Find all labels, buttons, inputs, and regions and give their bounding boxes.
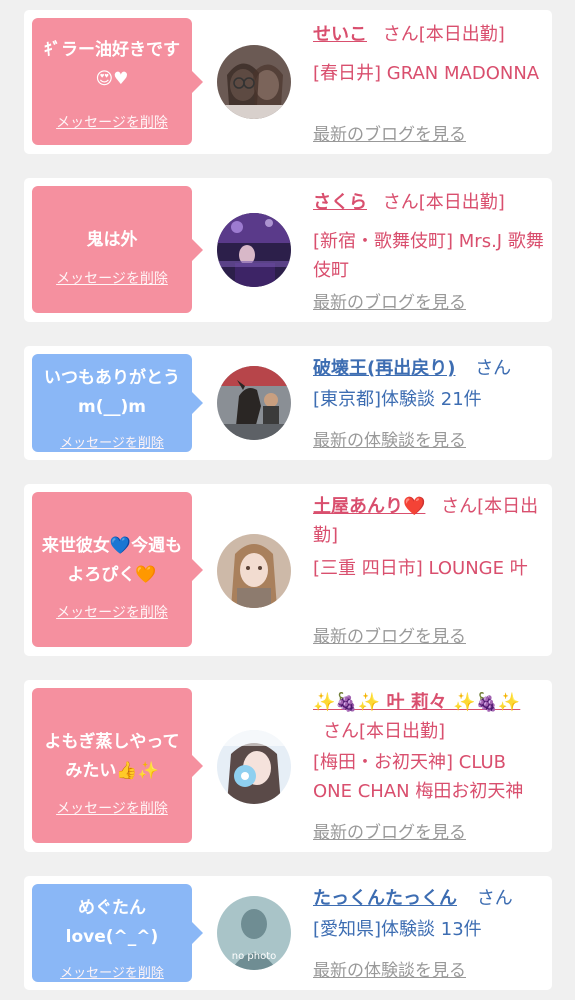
status-text: さん xyxy=(475,358,512,379)
latest-review-link[interactable]: 最新の体験談を見る xyxy=(313,956,466,981)
message-card: ｷﾞラー油好きです😍♥ メッセージを削除 せいこ さん[本日出勤] [春日井] … xyxy=(24,10,552,154)
status-text: さん[本日出勤] xyxy=(323,721,446,742)
latest-blog-link[interactable]: 最新のブログを見る xyxy=(313,622,466,647)
message-bubble: よもぎ蒸しやってみたい👍✨ メッセージを削除 xyxy=(32,688,203,843)
avatar[interactable]: no photo xyxy=(217,896,291,970)
user-name-link[interactable]: 土屋あんり❤️ xyxy=(313,496,425,517)
message-bubble: 鬼は外 メッセージを削除 xyxy=(32,186,203,313)
avatar[interactable] xyxy=(217,534,291,608)
user-info: 土屋あんり❤️ さん[本日出勤] [三重 四日市] LOUNGE 叶 xyxy=(313,492,549,583)
delete-message-link[interactable]: メッセージを削除 xyxy=(32,432,192,451)
shop-text: [春日井] GRAN MADONNA xyxy=(313,63,540,84)
message-bubble: いつもありがとう m(__)m メッセージを削除 xyxy=(32,354,203,452)
user-name-link[interactable]: たっくんたっくん xyxy=(313,888,457,909)
user-name-link[interactable]: さくら xyxy=(313,192,367,213)
user-info: ✨🍇✨ 叶 莉々 ✨🍇✨ さん[本日出勤] [梅田・お初天神] CLUB ONE… xyxy=(313,688,549,806)
user-info: たっくんたっくん さん [愛知県]体験談 13件 xyxy=(313,884,549,944)
latest-blog-link[interactable]: 最新のブログを見る xyxy=(313,288,466,313)
shop-text: [三重 四日市] LOUNGE 叶 xyxy=(313,558,528,579)
delete-message-link[interactable]: メッセージを削除 xyxy=(32,602,192,622)
shop-text: [新宿・歌舞伎町] Mrs.J 歌舞伎町 xyxy=(313,231,544,281)
user-info: せいこ さん[本日出勤] [春日井] GRAN MADONNA xyxy=(313,20,549,88)
message-text: ｷﾞラー油好きです😍♥ xyxy=(44,40,180,89)
message-card: いつもありがとう m(__)m メッセージを削除 破壊王(再出戻り) さん [東… xyxy=(24,346,552,460)
user-name-link[interactable]: せいこ xyxy=(313,24,367,45)
latest-review-link[interactable]: 最新の体験談を見る xyxy=(313,426,466,451)
message-card: 鬼は外 メッセージを削除 さくら さん[本日出勤] [新宿・歌舞伎町] Mrs.… xyxy=(24,178,552,322)
shop-text: [梅田・お初天神] CLUB ONE CHAN 梅田お初天神 xyxy=(313,752,524,802)
message-text: 鬼は外 xyxy=(86,230,138,250)
review-count-text: [東京都]体験談 21件 xyxy=(313,389,482,410)
latest-blog-link[interactable]: 最新のブログを見る xyxy=(313,818,466,843)
message-text: めぐたん love(^_^) xyxy=(65,898,159,947)
message-text: いつもありがとう m(__)m xyxy=(44,368,180,417)
delete-message-link[interactable]: メッセージを削除 xyxy=(32,112,192,132)
user-info: さくら さん[本日出勤] [新宿・歌舞伎町] Mrs.J 歌舞伎町 xyxy=(313,188,549,285)
review-count-text: [愛知県]体験談 13件 xyxy=(313,919,482,940)
delete-message-link[interactable]: メッセージを削除 xyxy=(32,798,192,818)
message-card: よもぎ蒸しやってみたい👍✨ メッセージを削除 ✨🍇✨ 叶 莉々 ✨🍇✨ さん[本… xyxy=(24,680,552,852)
user-info: 破壊王(再出戻り) さん [東京都]体験談 21件 xyxy=(313,354,549,414)
avatar[interactable] xyxy=(217,366,291,440)
status-text: さん xyxy=(476,888,513,909)
message-text: 来世彼女💙今週もよろぴく🧡 xyxy=(41,536,183,585)
message-bubble: ｷﾞラー油好きです😍♥ メッセージを削除 xyxy=(32,18,203,145)
avatar[interactable] xyxy=(217,730,291,804)
latest-blog-link[interactable]: 最新のブログを見る xyxy=(313,120,466,145)
user-name-link[interactable]: 破壊王(再出戻り) xyxy=(313,358,455,379)
message-bubble: めぐたん love(^_^) メッセージを削除 xyxy=(32,884,203,982)
delete-message-link[interactable]: メッセージを削除 xyxy=(32,268,192,288)
message-bubble: 来世彼女💙今週もよろぴく🧡 メッセージを削除 xyxy=(32,492,203,647)
message-text: よもぎ蒸しやってみたい👍✨ xyxy=(44,732,180,781)
avatar[interactable] xyxy=(217,45,291,119)
status-text: さん[本日出勤] xyxy=(382,192,505,213)
message-card: 来世彼女💙今週もよろぴく🧡 メッセージを削除 土屋あんり❤️ さん[本日出勤] … xyxy=(24,484,552,656)
delete-message-link[interactable]: メッセージを削除 xyxy=(32,962,192,981)
message-card: めぐたん love(^_^) メッセージを削除 no photo たっくんたっく… xyxy=(24,876,552,990)
status-text: さん[本日出勤] xyxy=(382,24,505,45)
no-photo-label: no photo xyxy=(232,951,276,962)
user-name-link[interactable]: ✨🍇✨ 叶 莉々 ✨🍇✨ xyxy=(313,692,520,713)
avatar[interactable] xyxy=(217,213,291,287)
